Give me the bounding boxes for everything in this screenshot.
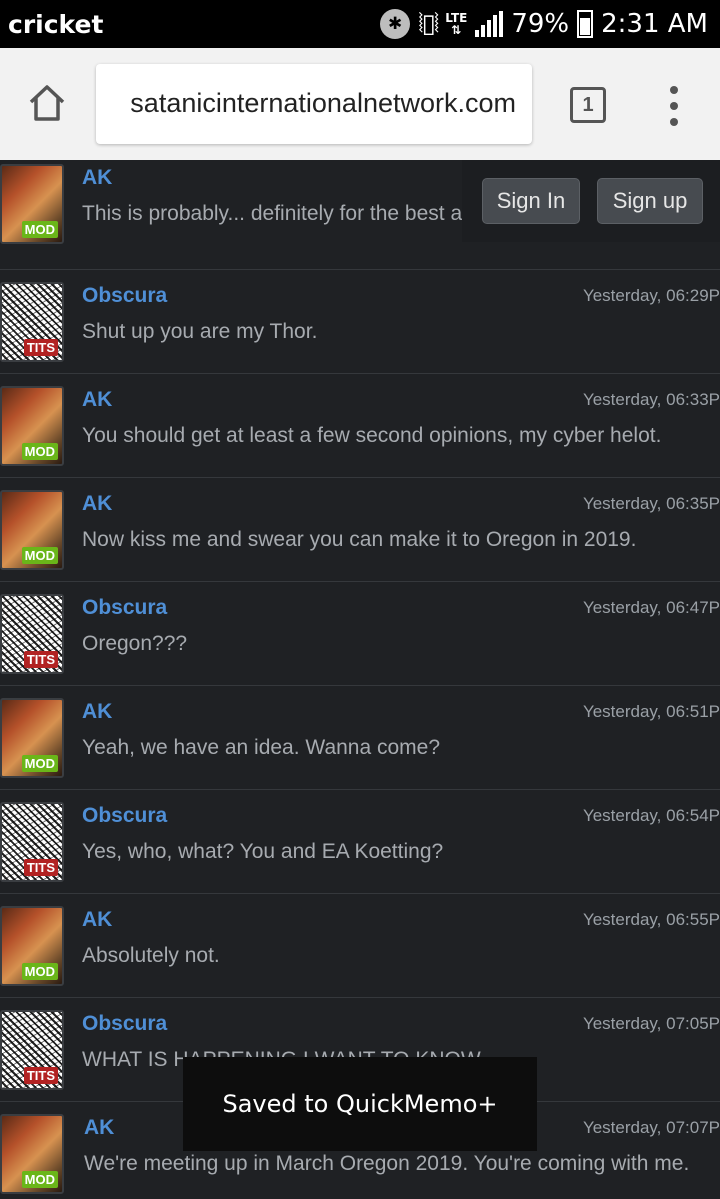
- user-badge: MOD: [21, 443, 58, 460]
- avatar[interactable]: MOD: [0, 698, 64, 778]
- chat-message: TITS Obscura Yesterday, 06:54P Yes, who,…: [0, 790, 720, 894]
- avatar[interactable]: TITS: [0, 282, 64, 362]
- url-text: satanicinternationalnetwork.com: [130, 88, 516, 118]
- message-text: Yeah, we have an idea. Wanna come?: [82, 736, 441, 759]
- url-field[interactable]: satanicinternationalnetwork.com: [96, 64, 532, 144]
- user-badge: MOD: [21, 1171, 58, 1188]
- timestamp: Yesterday, 06:35P: [582, 494, 720, 513]
- sign-in-button[interactable]: Sign In: [482, 178, 580, 224]
- username[interactable]: Obscura: [82, 1012, 167, 1036]
- username[interactable]: Obscura: [82, 596, 167, 620]
- user-badge: TITS: [23, 651, 58, 668]
- user-badge: TITS: [23, 859, 58, 876]
- timestamp: Yesterday, 06:33P: [582, 390, 720, 409]
- chat-message: MOD AK Yesterday, 06:33P You should get …: [0, 374, 720, 478]
- user-badge: TITS: [23, 1067, 58, 1084]
- auth-panel: Sign In Sign up: [462, 160, 720, 242]
- chat-message: MOD AK Yesterday, 06:35P Now kiss me and…: [0, 478, 720, 582]
- status-icons: ✱ ⦚▯⦚ LTE ⇅ 79% 2:31 AM: [380, 7, 708, 41]
- username[interactable]: AK: [84, 1116, 114, 1140]
- clock: 2:31 AM: [601, 9, 708, 39]
- avatar[interactable]: TITS: [0, 802, 64, 882]
- timestamp: Yesterday, 06:29P: [582, 286, 720, 305]
- battery-icon: [577, 10, 594, 38]
- chat-message: TITS Obscura Yesterday, 06:29P Shut up y…: [0, 270, 720, 374]
- message-text: Now kiss me and swear you can make it to…: [82, 528, 637, 551]
- vibrate-icon: ⦚▯⦚: [418, 8, 439, 39]
- browser-toolbar: satanicinternationalnetwork.com 1: [0, 48, 720, 160]
- chat-list[interactable]: MOD AK This is probably... definitely fo…: [0, 160, 720, 1199]
- timestamp: Yesterday, 06:47P: [582, 598, 720, 617]
- timestamp: Yesterday, 06:55P: [582, 910, 720, 929]
- username[interactable]: AK: [82, 700, 112, 724]
- toast-notification: Saved to QuickMemo+: [183, 1057, 537, 1151]
- user-badge: MOD: [21, 221, 58, 238]
- username[interactable]: AK: [82, 908, 112, 932]
- chat-message: MOD AK Yesterday, 06:51P Yeah, we have a…: [0, 686, 720, 790]
- avatar[interactable]: MOD: [0, 164, 64, 244]
- user-badge: MOD: [21, 755, 58, 772]
- timestamp: Yesterday, 06:51P: [582, 702, 720, 721]
- carrier-label: cricket: [8, 10, 104, 39]
- home-icon[interactable]: [26, 82, 68, 124]
- lte-icon: LTE ⇅: [445, 11, 468, 37]
- message-text: Yes, who, what? You and EA Koetting?: [82, 840, 444, 863]
- message-text: We're meeting up in March Oregon 2019. Y…: [84, 1152, 690, 1175]
- tab-switcher-button[interactable]: 1: [570, 87, 606, 123]
- avatar[interactable]: MOD: [0, 490, 64, 570]
- user-badge: MOD: [21, 547, 58, 564]
- message-text: Shut up you are my Thor.: [82, 320, 318, 343]
- message-text: You should get at least a few second opi…: [82, 424, 662, 447]
- avatar[interactable]: TITS: [0, 594, 64, 674]
- bluetooth-icon: ✱: [380, 9, 411, 39]
- tab-count: 1: [582, 93, 594, 116]
- username[interactable]: AK: [82, 492, 112, 516]
- status-bar: cricket ✱ ⦚▯⦚ LTE ⇅ 79% 2:31 AM: [0, 0, 720, 48]
- avatar[interactable]: MOD: [0, 386, 64, 466]
- avatar[interactable]: MOD: [0, 906, 64, 986]
- chat-message: MOD AK Yesterday, 06:55P Absolutely not.: [0, 894, 720, 998]
- username[interactable]: AK: [82, 166, 112, 190]
- timestamp: Yesterday, 07:05P: [582, 1014, 720, 1033]
- sign-up-button[interactable]: Sign up: [597, 178, 703, 224]
- username[interactable]: AK: [82, 388, 112, 412]
- signal-icon: [475, 11, 504, 37]
- message-text: Oregon???: [82, 632, 188, 655]
- user-badge: MOD: [21, 963, 58, 980]
- user-badge: TITS: [23, 339, 58, 356]
- username[interactable]: Obscura: [82, 284, 167, 308]
- battery-percent: 79%: [511, 9, 570, 39]
- avatar[interactable]: MOD: [0, 1114, 64, 1194]
- message-text: Absolutely not.: [82, 944, 220, 967]
- more-menu-icon[interactable]: [664, 86, 684, 126]
- timestamp: Yesterday, 06:54P: [582, 806, 720, 825]
- username[interactable]: Obscura: [82, 804, 167, 828]
- avatar[interactable]: TITS: [0, 1010, 64, 1090]
- timestamp: Yesterday, 07:07P: [582, 1118, 720, 1137]
- chat-message: TITS Obscura Yesterday, 06:47P Oregon???: [0, 582, 720, 686]
